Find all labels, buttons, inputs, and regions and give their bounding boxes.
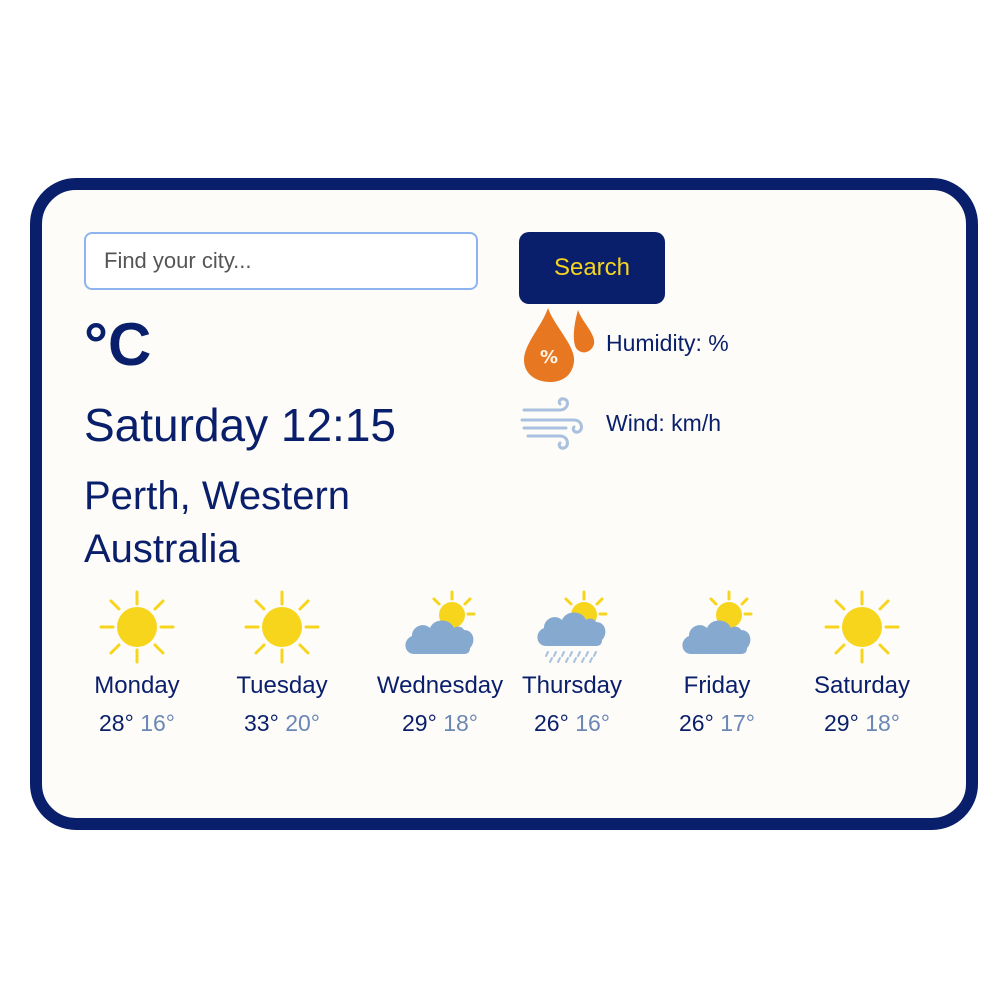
wind-icon [520, 397, 583, 450]
forecast-high: 29° [824, 710, 859, 736]
forecast-high: 29° [402, 710, 437, 736]
forecast-low: 18° [865, 710, 900, 736]
forecast-temps: 26° 17° [642, 710, 792, 737]
temperature-unit: °C [84, 311, 152, 378]
forecast-day-name: Monday [94, 672, 180, 699]
sunny-icon [99, 590, 175, 664]
forecast-low: 18° [443, 710, 478, 736]
wind-label: Wind: km/h [606, 410, 722, 436]
forecast-day-thursday: Thursday 26° 16° [497, 590, 647, 737]
humidity-drop-icon: % [524, 308, 595, 382]
forecast-day-wednesday: Wednesday 29° 18° [365, 590, 515, 737]
current-datetime: Saturday 12:15 [84, 399, 397, 451]
forecast-day-name: Wednesday [376, 672, 504, 699]
forecast-low: 20° [285, 710, 320, 736]
forecast-high: 26° [534, 710, 569, 736]
forecast-day-friday: Friday 26° 17° [642, 590, 792, 737]
svg-text:%: % [540, 347, 558, 368]
sunny-icon [824, 590, 900, 664]
current-location: Perth, Western Australia [84, 474, 351, 571]
sunny-icon [244, 590, 320, 664]
forecast-day-monday: Monday 28° 16° [62, 590, 212, 737]
forecast-low: 17° [720, 710, 755, 736]
forecast-high: 28° [99, 710, 134, 736]
forecast-temps: 29° 18° [365, 710, 515, 737]
forecast-day-name: Saturday [813, 672, 911, 699]
forecast-high: 33° [244, 710, 279, 736]
forecast-day-tuesday: Tuesday 33° 20° [207, 590, 357, 737]
forecast-day-saturday: Saturday 29° 18° [787, 590, 937, 737]
city-search-input[interactable] [84, 232, 478, 290]
forecast-temps: 33° 20° [207, 710, 357, 737]
forecast-temps: 29° 18° [787, 710, 937, 737]
rain-icon [537, 590, 608, 663]
search-button[interactable]: Search [519, 232, 665, 304]
humidity-label: Humidity: % [606, 330, 729, 356]
forecast-high: 26° [679, 710, 714, 736]
forecast-day-name: Tuesday [236, 672, 328, 699]
partly-cloudy-icon [682, 590, 753, 654]
forecast-day-name: Thursday [521, 672, 623, 699]
forecast-temps: 28° 16° [62, 710, 212, 737]
forecast-day-name: Friday [683, 672, 751, 699]
forecast-low: 16° [575, 710, 610, 736]
forecast-temps: 26° 16° [497, 710, 647, 737]
partly-cloudy-icon [405, 590, 476, 654]
forecast-low: 16° [140, 710, 175, 736]
